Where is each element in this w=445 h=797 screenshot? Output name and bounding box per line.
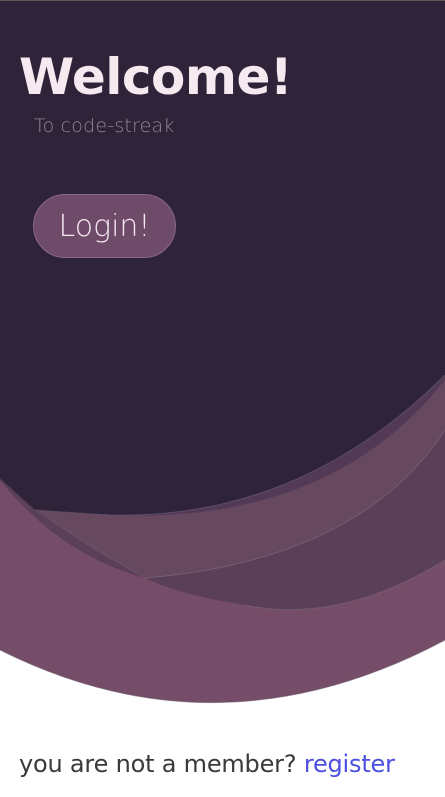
- login-button[interactable]: Login!: [33, 194, 176, 258]
- register-prompt-text: you are not a member?: [19, 750, 297, 778]
- top-border: [0, 0, 445, 1]
- register-link[interactable]: register: [304, 750, 395, 778]
- register-prompt: you are not a member? register: [19, 750, 395, 778]
- welcome-title: Welcome!: [19, 48, 293, 106]
- welcome-subtitle: To code-streak: [34, 115, 175, 137]
- welcome-screen: Welcome! To code-streak Login! you are n…: [0, 0, 445, 797]
